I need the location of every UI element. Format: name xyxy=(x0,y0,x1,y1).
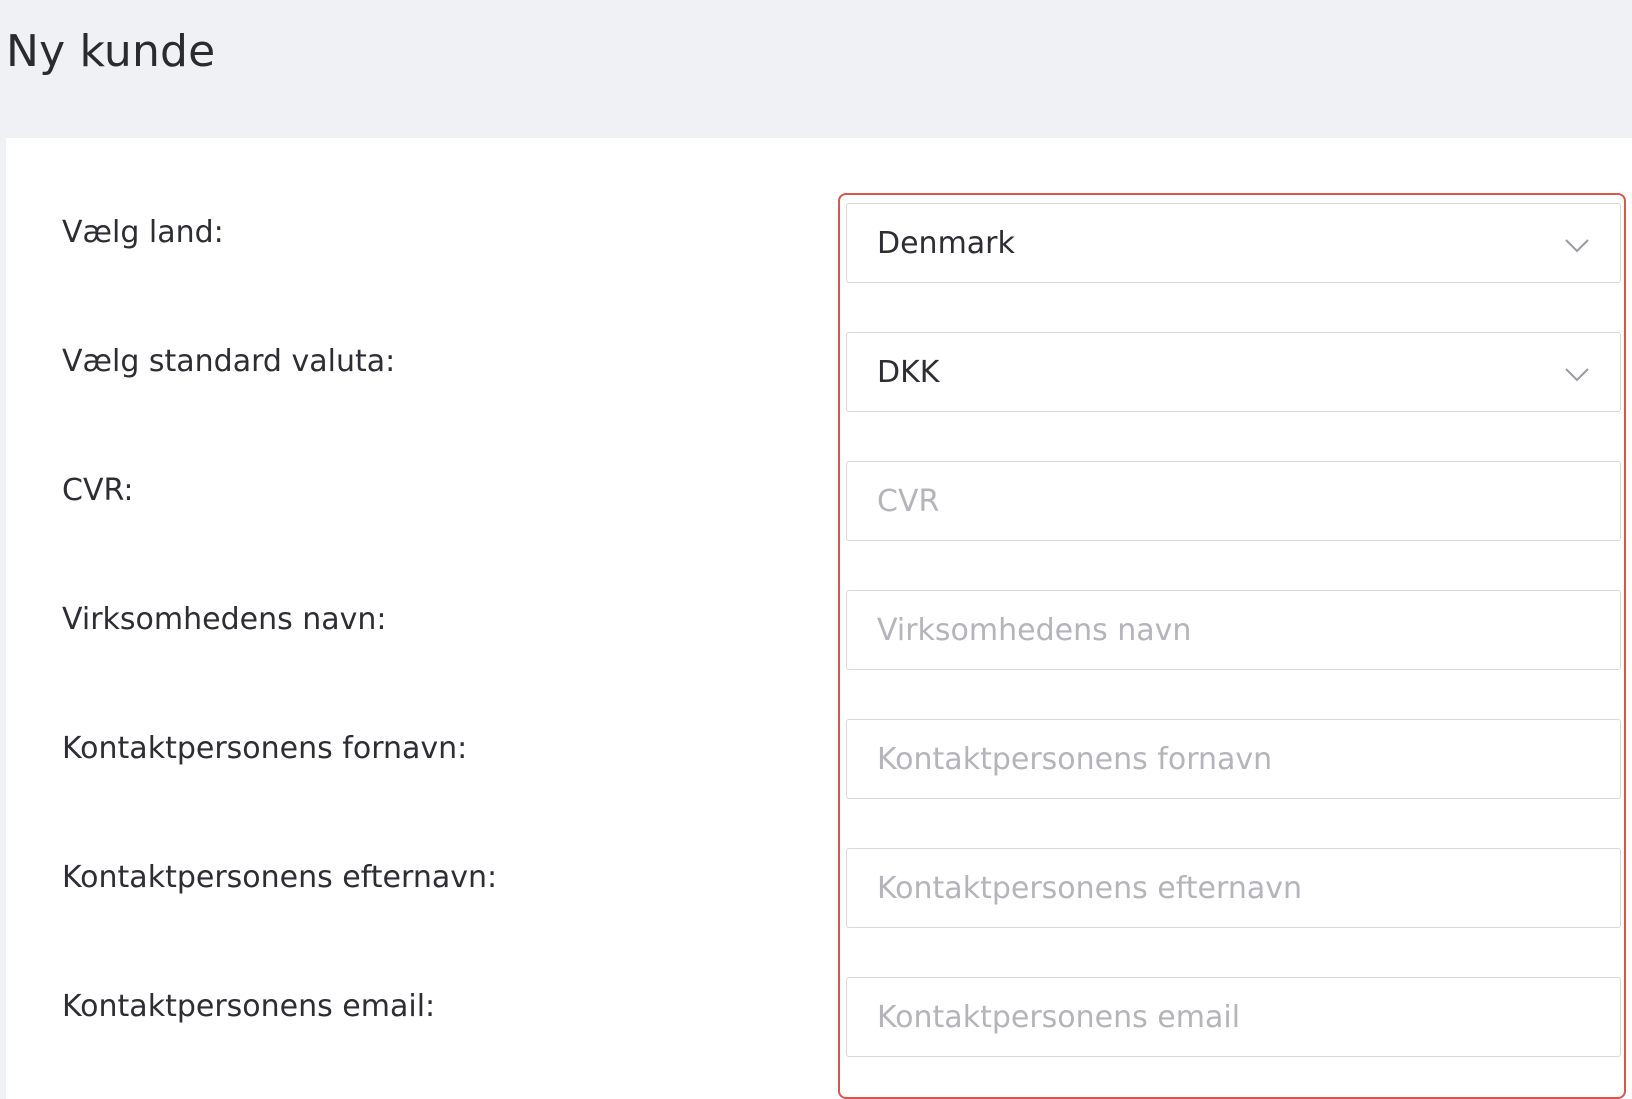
cvr-input[interactable]: CVR xyxy=(846,461,1621,541)
contact-email-input[interactable]: Kontaktpersonens email xyxy=(846,977,1621,1057)
country-label: Vælg land: xyxy=(62,215,224,250)
company-name-input[interactable]: Virksomhedens navn xyxy=(846,590,1621,670)
chevron-down-icon xyxy=(1565,239,1589,253)
contact-first-name-label: Kontaktpersonens fornavn: xyxy=(62,731,468,766)
company-name-input-placeholder: Virksomhedens navn xyxy=(877,613,1192,648)
contact-email-label: Kontaktpersonens email: xyxy=(62,989,436,1024)
currency-select-value: DKK xyxy=(877,355,940,390)
company-name-label: Virksomhedens navn: xyxy=(62,602,387,637)
currency-select[interactable]: DKK xyxy=(846,332,1621,412)
country-select-value: Denmark xyxy=(877,226,1015,261)
contact-last-name-input[interactable]: Kontaktpersonens efternavn xyxy=(846,848,1621,928)
cvr-input-placeholder: CVR xyxy=(877,484,940,519)
contact-email-input-placeholder: Kontaktpersonens email xyxy=(877,1000,1241,1035)
chevron-down-icon xyxy=(1565,368,1589,382)
contact-first-name-input[interactable]: Kontaktpersonens fornavn xyxy=(846,719,1621,799)
cvr-label: CVR: xyxy=(62,473,134,508)
country-select[interactable]: Denmark xyxy=(846,203,1621,283)
page-title: Ny kunde xyxy=(6,26,216,77)
contact-first-name-input-placeholder: Kontaktpersonens fornavn xyxy=(877,742,1273,777)
contact-last-name-label: Kontaktpersonens efternavn: xyxy=(62,860,498,895)
fields-highlight: Denmark DKK CVR Virksomhedens navn Konta… xyxy=(838,193,1626,1099)
page-header: Ny kunde xyxy=(0,0,1632,138)
currency-label: Vælg standard valuta: xyxy=(62,344,396,379)
contact-last-name-input-placeholder: Kontaktpersonens efternavn xyxy=(877,871,1302,906)
